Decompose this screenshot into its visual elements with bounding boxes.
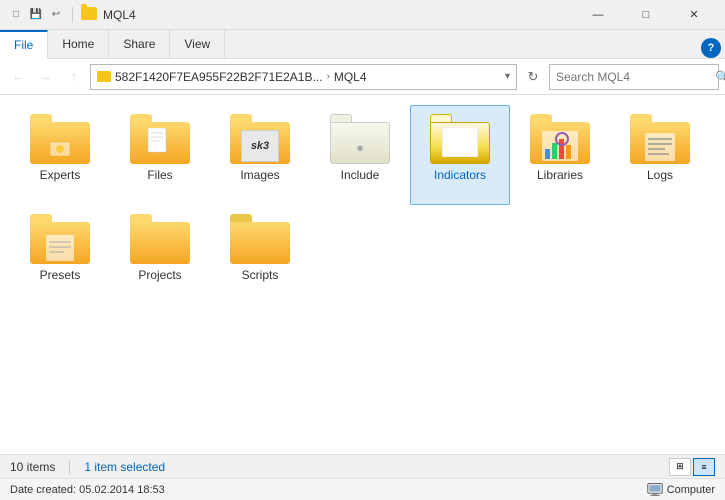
status-separator — [69, 460, 70, 474]
tab-share[interactable]: Share — [109, 30, 170, 58]
images-overlay: sk3 — [241, 130, 279, 162]
logs-overlay — [645, 133, 675, 161]
folder-projects-icon — [130, 214, 190, 264]
quick-access-icon: □ — [8, 7, 24, 23]
tab-file[interactable]: File — [0, 30, 48, 59]
ribbon: File Home Share View ? — [0, 30, 725, 59]
folder-scripts-icon — [230, 214, 290, 264]
folder-images-icon: sk3 — [230, 114, 290, 164]
address-bar: ← → ↑ 582F1420F7EA955F22B2F71E2A1B... › … — [0, 59, 725, 95]
computer-text: Computer — [667, 484, 715, 496]
folder-images[interactable]: sk3 Images — [210, 105, 310, 205]
folder-logs[interactable]: Logs — [610, 105, 710, 205]
computer-icon — [647, 483, 663, 497]
status-items: 10 items 1 item selected — [10, 460, 669, 474]
ribbon-tabs: File Home Share View ? — [0, 30, 725, 58]
up-button[interactable]: ↑ — [62, 65, 86, 89]
help-button[interactable]: ? — [701, 38, 721, 58]
tab-home[interactable]: Home — [48, 30, 109, 58]
folder-indicators-icon — [430, 114, 490, 164]
path-folder-icon — [97, 71, 111, 82]
status-bar: 10 items 1 item selected ⊞ ≡ — [0, 454, 725, 478]
include-folder-symbol: ● — [356, 140, 364, 155]
view-icons: ⊞ ≡ — [669, 458, 715, 476]
folder-indicators[interactable]: Indicators — [410, 105, 510, 205]
folder-indicators-label: Indicators — [434, 168, 486, 182]
title-bar-left: □ 💾 ↩ MQL4 — [8, 7, 136, 23]
path-arrow: › — [326, 71, 329, 82]
window-title: MQL4 — [103, 8, 136, 22]
files-folder-overlay — [146, 128, 174, 160]
title-bar-icons: □ 💾 ↩ — [8, 7, 97, 23]
folder-presets-icon — [30, 214, 90, 264]
view-list-button[interactable]: ≡ — [693, 458, 715, 476]
folder-libraries-label: Libraries — [537, 168, 583, 182]
path-dropdown-icon[interactable]: ▾ — [505, 71, 510, 82]
folder-presets-label: Presets — [40, 268, 81, 282]
folder-scripts[interactable]: Scripts — [210, 205, 310, 305]
experts-folder-overlay — [48, 138, 72, 158]
search-box[interactable]: 🔍 — [549, 64, 719, 90]
date-label: Date created: — [10, 484, 76, 496]
forward-button[interactable]: → — [34, 65, 58, 89]
back-button[interactable]: ← — [6, 65, 30, 89]
search-icon: 🔍 — [715, 70, 725, 84]
folder-images-label: Images — [240, 168, 279, 182]
folder-projects-label: Projects — [138, 268, 181, 282]
total-items-count: 10 items — [10, 460, 69, 474]
folder-logs-icon — [630, 114, 690, 164]
presets-overlay — [46, 235, 74, 261]
folder-projects[interactable]: Projects — [110, 205, 210, 305]
date-value: 05.02.2014 18:53 — [79, 484, 165, 496]
view-grid-button[interactable]: ⊞ — [669, 458, 691, 476]
folder-presets[interactable]: Presets — [10, 205, 110, 305]
ribbon-right: ? — [225, 30, 725, 58]
libraries-chart-icon — [542, 131, 578, 161]
bottom-bar: Date created: 05.02.2014 18:53 Computer — [0, 478, 725, 500]
folder-experts-label: Experts — [40, 168, 81, 182]
title-bar-controls[interactable]: — □ ✕ — [575, 0, 717, 30]
folder-logs-label: Logs — [647, 168, 673, 182]
file-grid: Experts Files — [10, 105, 715, 305]
content-area: Experts Files — [0, 95, 725, 454]
folder-experts[interactable]: Experts — [10, 105, 110, 205]
path-current-text: MQL4 — [334, 70, 367, 84]
folder-include-label: Include — [341, 168, 380, 182]
status-right: ⊞ ≡ — [669, 458, 715, 476]
folder-libraries-icon — [530, 114, 590, 164]
folder-experts-icon — [30, 114, 90, 164]
folder-icon-title — [81, 7, 97, 20]
path-short-text: 582F1420F7EA955F22B2F71E2A1B... — [115, 70, 322, 84]
title-bar: □ 💾 ↩ MQL4 — □ ✕ — [0, 0, 725, 30]
save-icon: 💾 — [28, 7, 44, 23]
maximize-button[interactable]: □ — [623, 0, 669, 30]
folder-include-icon: ● — [330, 114, 390, 164]
folder-files[interactable]: Files — [110, 105, 210, 205]
date-info: Date created: 05.02.2014 18:53 — [10, 484, 165, 496]
minimize-button[interactable]: — — [575, 0, 621, 30]
undo-icon: ↩ — [48, 7, 64, 23]
folder-libraries[interactable]: Libraries — [510, 105, 610, 205]
folder-files-icon — [130, 114, 190, 164]
tab-view[interactable]: View — [170, 30, 225, 58]
refresh-button[interactable]: ↻ — [521, 65, 545, 89]
folder-scripts-label: Scripts — [242, 268, 279, 282]
computer-label: Computer — [647, 483, 715, 497]
close-button[interactable]: ✕ — [671, 0, 717, 30]
search-input[interactable] — [556, 70, 711, 84]
folder-include[interactable]: ● Include — [310, 105, 410, 205]
selected-items-count: 1 item selected — [84, 460, 165, 474]
address-path[interactable]: 582F1420F7EA955F22B2F71E2A1B... › MQL4 ▾ — [90, 64, 517, 90]
divider — [72, 7, 73, 23]
folder-files-label: Files — [147, 168, 172, 182]
